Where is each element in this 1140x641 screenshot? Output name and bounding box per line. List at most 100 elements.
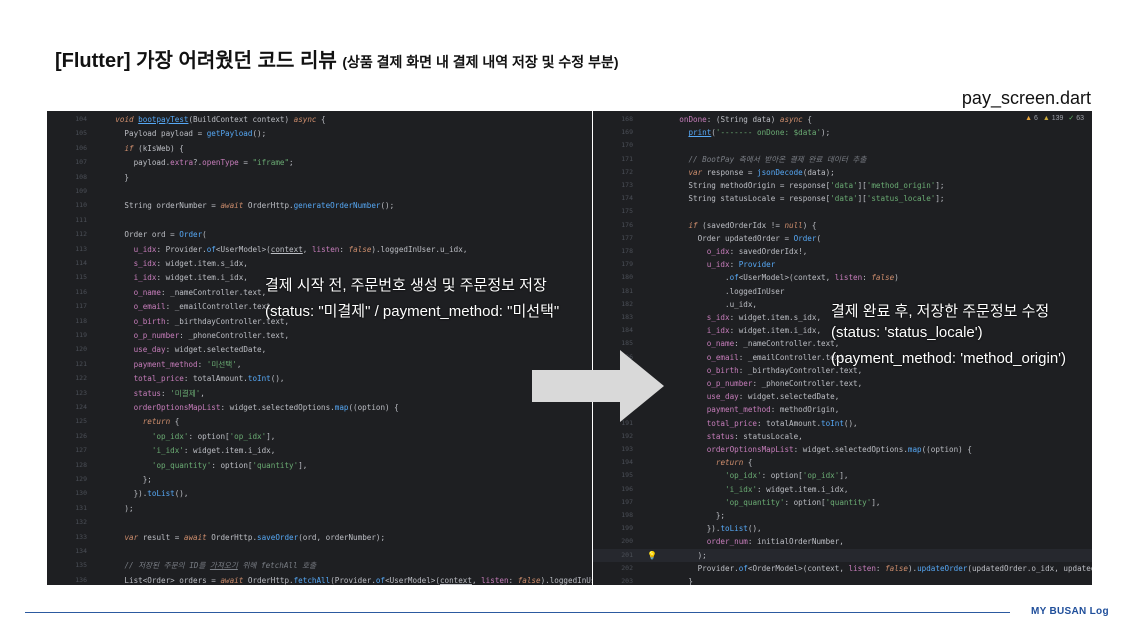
code-text[interactable]: i_idx: widget.item.i_idx, [97, 271, 248, 284]
code-text[interactable]: 'i_idx': widget.item.i_idx, [661, 483, 848, 496]
code-text[interactable]: }; [97, 473, 152, 486]
code-line[interactable]: 194 return { [593, 456, 1092, 469]
code-text[interactable]: status: statusLocale, [661, 430, 803, 443]
code-line[interactable]: 180 .of<UserModel>(context, listen: fals… [593, 271, 1092, 284]
code-line[interactable]: 196 'i_idx': widget.item.i_idx, [593, 483, 1092, 496]
code-line[interactable]: 105 Payload payload = getPayload(); [47, 127, 592, 140]
code-text[interactable]: o_idx: savedOrderIdx!, [661, 245, 808, 258]
code-text[interactable]: return { [97, 415, 180, 428]
right-code-editor[interactable]: ▲ 6 ▲ 139 ✓ 63 168 onDone: (String data)… [593, 111, 1092, 585]
code-line[interactable]: 123 status: '미결제', [47, 387, 592, 400]
code-text[interactable]: o_p_number: _phoneController.text, [661, 377, 862, 390]
code-text[interactable]: orderOptionsMapList: widget.selectedOpti… [661, 443, 972, 456]
code-line[interactable]: 130 }).toList(), [47, 487, 592, 500]
code-text[interactable]: 'op_quantity': option['quantity'], [661, 496, 880, 509]
code-line[interactable]: 199 }).toList(), [593, 522, 1092, 535]
code-line[interactable]: 135 // 저장된 주문의 ID를 가져오기 위해 fetchAll 호출 [47, 559, 592, 572]
code-line[interactable]: 133 var result = await OrderHttp.saveOrd… [47, 531, 592, 544]
code-text[interactable]: use_day: widget.selectedDate, [97, 343, 267, 356]
code-line[interactable]: 134 [47, 545, 592, 558]
code-text[interactable]: status: '미결제', [97, 387, 205, 400]
code-line[interactable]: 203 } [593, 575, 1092, 585]
code-line[interactable]: 106 if (kIsWeb) { [47, 142, 592, 155]
code-line[interactable]: 129 }; [47, 473, 592, 486]
code-text[interactable]: use_day: widget.selectedDate, [661, 390, 840, 403]
code-line[interactable]: 202 Provider.of<OrderModel>(context, lis… [593, 562, 1092, 575]
code-line[interactable]: 191 total_price: totalAmount.toInt(), [593, 417, 1092, 430]
code-text[interactable]: u_idx: Provider [661, 258, 776, 271]
lightbulb-icon[interactable]: 💡 [647, 549, 657, 562]
code-text[interactable]: void bootpayTest(BuildContext context) a… [97, 113, 325, 126]
code-text[interactable]: List<Order> orders = await OrderHttp.fet… [97, 574, 592, 585]
code-text[interactable]: .loggedInUser [661, 285, 784, 298]
code-text[interactable]: // BootPay 측에서 받아온 결제 완료 데이터 추출 [661, 153, 866, 166]
code-line[interactable]: 110 String orderNumber = await OrderHttp… [47, 199, 592, 212]
code-line[interactable]: 104 void bootpayTest(BuildContext contex… [47, 113, 592, 126]
code-text[interactable]: onDone: (String data) async { [661, 113, 812, 126]
code-text[interactable]: }; [661, 509, 725, 522]
code-text[interactable]: s_idx: widget.item.s_idx, [661, 311, 821, 324]
code-text[interactable]: // 저장된 주문의 ID를 가져오기 위해 fetchAll 호출 [97, 559, 316, 572]
code-text[interactable]: ); [661, 549, 707, 562]
code-line[interactable]: 169 print('------- onDone: $data'); [593, 126, 1092, 139]
code-text[interactable]: o_birth: _birthdayController.text, [97, 315, 289, 328]
code-line[interactable]: 119 o_p_number: _phoneController.text, [47, 329, 592, 342]
code-text[interactable]: o_name: _nameController.text, [97, 286, 267, 299]
code-text[interactable]: order_num: initialOrderNumber, [661, 535, 844, 548]
code-text[interactable]: } [661, 575, 693, 585]
code-line[interactable]: 120 use_day: widget.selectedDate, [47, 343, 592, 356]
code-text[interactable]: orderOptionsMapList: widget.selectedOpti… [97, 401, 399, 414]
code-line[interactable]: 111 [47, 214, 592, 227]
code-text[interactable]: 'op_quantity': option['quantity'], [97, 459, 307, 472]
code-text[interactable]: return { [661, 456, 753, 469]
code-text[interactable]: payload.extra?.openType = "iframe"; [97, 156, 294, 169]
code-line[interactable]: 125 return { [47, 415, 592, 428]
code-text[interactable]: 'op_idx': option['op_idx'], [661, 469, 848, 482]
code-text[interactable]: payment_method: methodOrigin, [661, 403, 840, 416]
code-line[interactable]: 127 'i_idx': widget.item.i_idx, [47, 444, 592, 457]
code-text[interactable]: ); [97, 502, 133, 515]
left-code-editor[interactable]: 104 void bootpayTest(BuildContext contex… [47, 111, 592, 585]
code-text[interactable]: o_email: _emailController.text, [661, 351, 849, 364]
code-line[interactable]: 177 Order updatedOrder = Order( [593, 232, 1092, 245]
code-text[interactable]: var response = jsonDecode(data); [661, 166, 834, 179]
code-line[interactable]: 172 var response = jsonDecode(data); [593, 166, 1092, 179]
code-line[interactable]: 189 use_day: widget.selectedDate, [593, 390, 1092, 403]
code-line[interactable]: 181 .loggedInUser [593, 285, 1092, 298]
code-text[interactable]: var result = await OrderHttp.saveOrder(o… [97, 531, 385, 544]
code-line[interactable]: 107 payload.extra?.openType = "iframe"; [47, 156, 592, 169]
code-line[interactable]: 124 orderOptionsMapList: widget.selected… [47, 401, 592, 414]
code-text[interactable]: .of<UserModel>(context, listen: false) [661, 271, 899, 284]
code-text[interactable]: Order ord = Order( [97, 228, 206, 241]
code-text[interactable]: }).toList(), [97, 487, 189, 500]
code-line[interactable]: 193 orderOptionsMapList: widget.selected… [593, 443, 1092, 456]
code-text[interactable]: 'op_idx': option['op_idx'], [97, 430, 275, 443]
code-line[interactable]: 112 Order ord = Order( [47, 228, 592, 241]
code-line[interactable]: 108 } [47, 171, 592, 184]
code-line[interactable]: 200 order_num: initialOrderNumber, [593, 535, 1092, 548]
code-line[interactable]: 131 ); [47, 502, 592, 515]
code-line[interactable]: 190 payment_method: methodOrigin, [593, 403, 1092, 416]
code-text[interactable]: total_price: totalAmount.toInt(), [661, 417, 858, 430]
code-line[interactable]: 170 [593, 139, 1092, 152]
code-line[interactable]: 132 [47, 516, 592, 529]
code-line[interactable]: 128 'op_quantity': option['quantity'], [47, 459, 592, 472]
code-line[interactable]: 114 s_idx: widget.item.s_idx, [47, 257, 592, 270]
code-text[interactable]: i_idx: widget.item.i_idx, [661, 324, 821, 337]
code-line[interactable]: 173 String methodOrigin = response['data… [593, 179, 1092, 192]
code-line[interactable]: 197 'op_quantity': option['quantity'], [593, 496, 1092, 509]
code-text[interactable]: }).toList(), [661, 522, 762, 535]
code-text[interactable]: Provider.of<OrderModel>(context, listen:… [661, 562, 1092, 575]
code-text[interactable]: .u_idx, [661, 298, 757, 311]
code-text[interactable]: o_email: _emailController.text, [97, 300, 276, 313]
code-line[interactable]: 198 }; [593, 509, 1092, 522]
code-line[interactable]: 195 'op_idx': option['op_idx'], [593, 469, 1092, 482]
code-line[interactable]: 174 String statusLocale = response['data… [593, 192, 1092, 205]
code-line[interactable]: 168 onDone: (String data) async { [593, 113, 1092, 126]
code-line[interactable]: 121 payment_method: '미선택', [47, 358, 592, 371]
code-line[interactable]: 176 if (savedOrderIdx != null) { [593, 219, 1092, 232]
code-line[interactable]: 188 o_p_number: _phoneController.text, [593, 377, 1092, 390]
code-text[interactable]: String statusLocale = response['data']['… [661, 192, 944, 205]
code-line[interactable]: 171 // BootPay 측에서 받아온 결제 완료 데이터 추출 [593, 153, 1092, 166]
code-line[interactable]: 178 o_idx: savedOrderIdx!, [593, 245, 1092, 258]
